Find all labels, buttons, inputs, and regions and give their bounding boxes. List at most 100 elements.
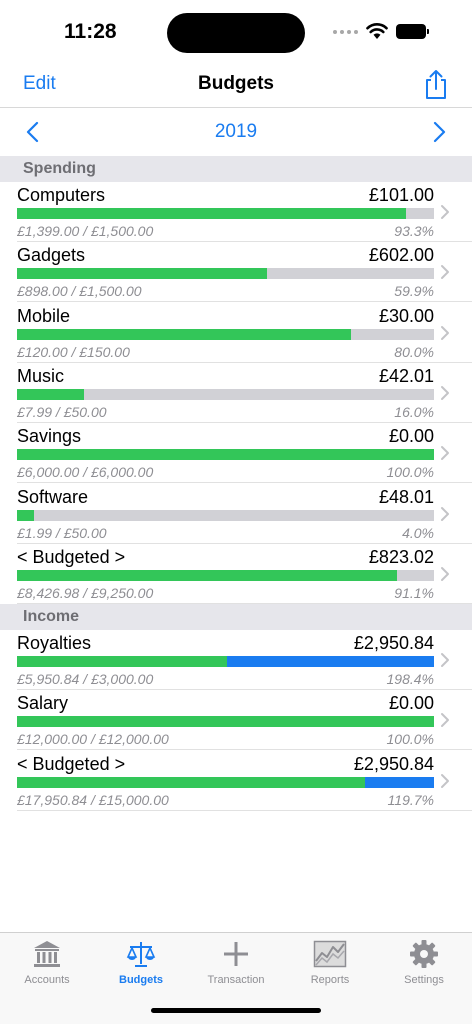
tab-transaction[interactable]: Transaction bbox=[189, 939, 283, 995]
budget-name: Savings bbox=[17, 426, 82, 447]
progress-bar bbox=[17, 656, 434, 667]
budget-name: Computers bbox=[17, 185, 106, 205]
budget-detail: £1,399.00 / £1,500.00 bbox=[17, 223, 154, 239]
tab-label: Transaction bbox=[207, 974, 265, 986]
progress-fill bbox=[17, 569, 397, 581]
tab-label: Reports bbox=[310, 974, 350, 986]
progress-fill bbox=[17, 776, 366, 788]
battery-icon bbox=[396, 24, 429, 39]
chevron-right-icon bbox=[441, 653, 449, 667]
chevron-right-icon bbox=[441, 325, 449, 340]
budget-row[interactable]: Salary £0.00 £12,000.00 / £12,000.00 100… bbox=[0, 690, 472, 751]
budget-remaining: £2,950.84 bbox=[353, 753, 434, 774]
budget-name: Software bbox=[17, 486, 89, 507]
progress-fill bbox=[17, 509, 34, 521]
budget-remaining: £823.02 bbox=[368, 546, 434, 567]
row-separator bbox=[17, 809, 472, 811]
budget-percent: 198.4% bbox=[386, 671, 434, 687]
progress-bar bbox=[17, 776, 434, 788]
budget-percent: 16.0% bbox=[394, 403, 434, 420]
progress-bar bbox=[17, 449, 434, 461]
budget-percent: 100.0% bbox=[386, 464, 434, 481]
budget-detail: £17,950.84 / £15,000.00 bbox=[17, 791, 169, 808]
chevron-right-icon bbox=[441, 506, 449, 521]
budget-detail: £7.99 / £50.00 bbox=[17, 403, 107, 420]
tab-label: Settings bbox=[404, 974, 444, 986]
plus-icon bbox=[224, 942, 248, 966]
budget-detail: £5,950.84 / £3,000.00 bbox=[17, 671, 154, 687]
budget-row[interactable]: < Budgeted > £2,950.84 £17,950.84 / £15,… bbox=[0, 751, 472, 811]
budget-name: Royalties bbox=[17, 633, 92, 653]
budget-remaining: £0.00 bbox=[388, 693, 434, 714]
budget-name: Salary bbox=[17, 693, 69, 714]
budget-row[interactable]: Savings £0.00 £6,000.00 / £6,000.00 100.… bbox=[0, 423, 472, 484]
budget-row[interactable]: Gadgets £602.00 £898.00 / £1,500.00 59.9… bbox=[0, 242, 472, 303]
budget-remaining: £602.00 bbox=[368, 245, 434, 266]
progress-fill bbox=[17, 449, 434, 461]
chevron-right-icon bbox=[441, 205, 449, 219]
budget-remaining: £48.01 bbox=[378, 486, 434, 507]
budget-detail: £12,000.00 / £12,000.00 bbox=[17, 731, 169, 748]
budget-detail: £1.99 / £50.00 bbox=[17, 524, 107, 541]
budget-remaining: £30.00 bbox=[378, 305, 434, 326]
page-title: Budgets bbox=[198, 73, 274, 94]
progress-fill bbox=[17, 388, 84, 400]
share-icon[interactable] bbox=[423, 68, 449, 100]
tab-label: Budgets bbox=[119, 974, 163, 986]
budget-row[interactable]: Royalties £2,950.84 £5,950.84 / £3,000.0… bbox=[0, 630, 472, 690]
section-header-spending: Spending bbox=[0, 156, 472, 182]
budget-row[interactable]: Mobile £30.00 £120.00 / £150.00 80.0% bbox=[0, 303, 472, 363]
budget-name: Music bbox=[17, 365, 65, 386]
home-indicator bbox=[151, 1008, 321, 1013]
progress-bar bbox=[17, 208, 434, 219]
tab-settings[interactable]: Settings bbox=[377, 939, 471, 995]
budget-row[interactable]: Software £48.01 £1.99 / £50.00 4.0% bbox=[0, 484, 472, 544]
section-header-income: Income bbox=[0, 604, 472, 630]
chevron-right-icon bbox=[441, 265, 449, 280]
budget-detail: £120.00 / £150.00 bbox=[17, 343, 130, 360]
status-time: 11:28 bbox=[64, 20, 117, 43]
chevron-right-icon bbox=[441, 566, 449, 581]
chevron-right-icon bbox=[441, 446, 449, 461]
budget-row[interactable]: < Budgeted > £823.02 £8,426.98 / £9,250.… bbox=[0, 544, 472, 604]
budget-name: < Budgeted > bbox=[17, 546, 126, 567]
tab-label: Accounts bbox=[24, 974, 70, 986]
budget-detail: £6,000.00 / £6,000.00 bbox=[17, 464, 154, 481]
budget-name: < Budgeted > bbox=[17, 753, 126, 774]
progress-bar bbox=[17, 388, 434, 400]
gear-icon bbox=[410, 940, 438, 968]
progress-fill bbox=[17, 656, 228, 667]
budget-remaining: £2,950.84 bbox=[353, 633, 434, 653]
chevron-right-icon[interactable] bbox=[430, 120, 448, 144]
progress-bar bbox=[17, 328, 434, 340]
cellular-signal-icon bbox=[333, 30, 358, 34]
year-label[interactable]: 2019 bbox=[0, 121, 472, 143]
progress-bar bbox=[17, 569, 434, 581]
budget-row[interactable]: Music £42.01 £7.99 / £50.00 16.0% bbox=[0, 363, 472, 423]
budget-percent: 93.3% bbox=[394, 223, 434, 239]
budget-name: Mobile bbox=[17, 305, 71, 326]
chevron-right-icon bbox=[441, 385, 449, 400]
progress-bar bbox=[17, 509, 434, 521]
tab-budgets[interactable]: Budgets bbox=[94, 939, 188, 995]
budget-row[interactable]: Computers £101.00 £1,399.00 / £1,500.00 … bbox=[0, 182, 472, 242]
budget-percent: 119.7% bbox=[387, 791, 434, 808]
budget-percent: 91.1% bbox=[394, 584, 434, 601]
tab-reports[interactable]: Reports bbox=[283, 939, 377, 995]
budget-remaining: £101.00 bbox=[368, 185, 434, 205]
budget-percent: 100.0% bbox=[386, 731, 434, 748]
budget-percent: 80.0% bbox=[394, 343, 434, 360]
progress-bar bbox=[17, 716, 434, 728]
budget-percent: 59.9% bbox=[394, 283, 434, 300]
status-bar: 11:28 bbox=[0, 0, 472, 62]
progress-fill bbox=[17, 716, 434, 728]
navigation-bar: Edit Budgets bbox=[0, 62, 472, 108]
progress-over-fill bbox=[365, 776, 434, 788]
budget-remaining: £42.01 bbox=[378, 365, 434, 386]
tab-accounts[interactable]: Accounts bbox=[0, 939, 94, 995]
progress-fill bbox=[17, 268, 267, 280]
wifi-icon bbox=[366, 23, 388, 39]
progress-bar bbox=[17, 268, 434, 280]
budget-detail: £898.00 / £1,500.00 bbox=[17, 283, 142, 300]
budget-name: Gadgets bbox=[17, 245, 86, 266]
